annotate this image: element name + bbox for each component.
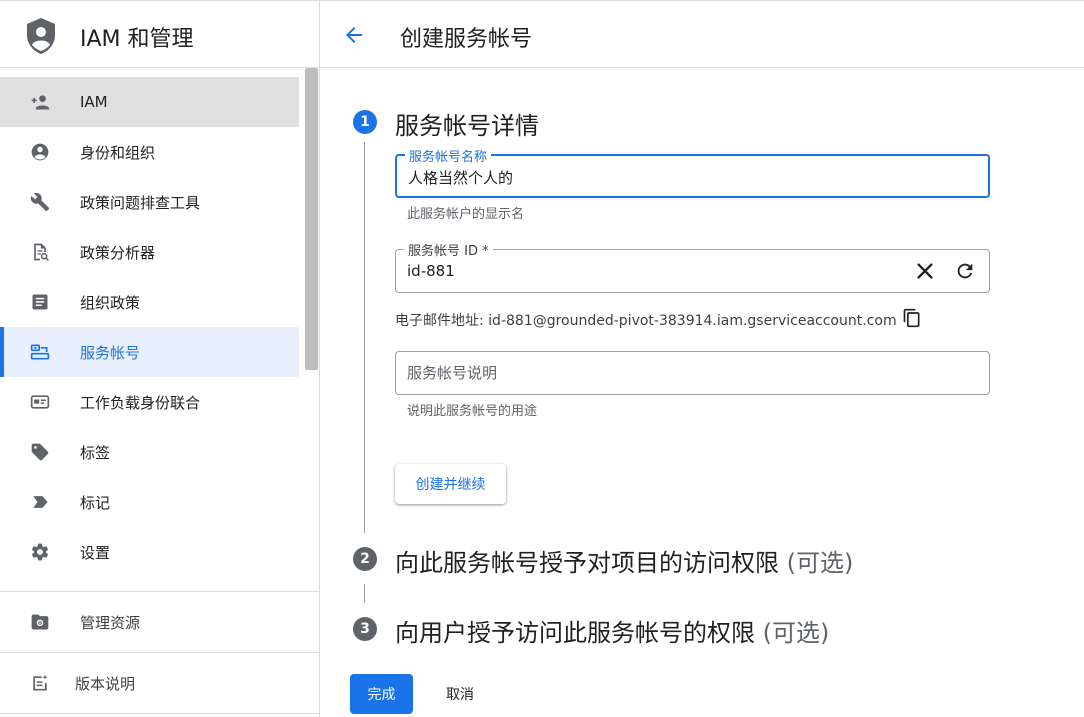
- sidebar-item-label: 组织政策: [80, 293, 141, 312]
- sidebar-item-labels[interactable]: 标记: [0, 477, 299, 527]
- step-3-title-text: 向用户授予访问此服务帐号的权限: [395, 619, 755, 647]
- cancel-button[interactable]: 取消: [430, 674, 490, 714]
- gear-icon: [31, 543, 49, 561]
- release-notes-icon: [33, 674, 48, 691]
- step-connector: [364, 142, 365, 533]
- sidebar-item-label: 政策问题排查工具: [80, 193, 201, 212]
- service-account-description-field[interactable]: [395, 351, 990, 395]
- manage-resources-label: 管理资源: [80, 614, 141, 632]
- step-3-title[interactable]: 向用户授予访问此服务帐号的权限 (可选): [395, 613, 829, 648]
- email-address-label: 电子邮件地址:: [395, 313, 484, 329]
- done-button[interactable]: 完成: [350, 674, 413, 714]
- create-and-continue-button[interactable]: 创建并继续: [395, 464, 506, 504]
- sidebar-item-tags[interactable]: 标签: [0, 427, 299, 477]
- step-2-number: 2: [353, 547, 377, 571]
- label-icon: [33, 496, 48, 508]
- service-account-icon: [30, 344, 50, 360]
- clear-icon[interactable]: [914, 260, 936, 282]
- sidebar-item-label: 政策分析器: [80, 243, 156, 262]
- service-account-description-input[interactable]: [407, 364, 887, 382]
- service-account-name-input[interactable]: [408, 168, 888, 186]
- service-account-description-hint: 说明此服务帐号的用途: [407, 404, 538, 419]
- step-2-title-text: 向此服务帐号授予对项目的访问权限: [395, 549, 779, 577]
- page-header: 创建服务帐号: [320, 0, 1084, 68]
- step-1-title[interactable]: 服务帐号详情: [395, 106, 539, 141]
- service-account-name-field[interactable]: 服务帐号名称: [395, 146, 990, 198]
- sidebar-item-policy-troubleshooter[interactable]: 政策问题排查工具: [0, 177, 299, 227]
- sidebar-item-manage-resources[interactable]: 管理资源: [0, 592, 319, 652]
- sidebar-item-identity-org[interactable]: 身份和组织: [0, 127, 299, 177]
- sidebar-item-release-notes[interactable]: 版本说明: [0, 653, 319, 713]
- service-account-id-field[interactable]: 服务帐号 ID *: [395, 240, 990, 293]
- folder-gear-icon: [31, 614, 49, 630]
- step-connector: [364, 584, 365, 603]
- id-card-icon: [30, 395, 50, 409]
- email-address-row: 电子邮件地址: id-881@grounded-pivot-383914.iam…: [395, 310, 897, 330]
- sidebar-item-workload-identity[interactable]: 工作负载身份联合: [0, 377, 299, 427]
- sidebar: IAM 和管理 IAM 身份和组织 政策问题排查工具 政策分析器 组织政策 服务…: [0, 0, 320, 717]
- page-title: 创建服务帐号: [400, 27, 533, 52]
- sidebar-item-service-accounts[interactable]: 服务帐号: [0, 327, 299, 377]
- sidebar-item-policy-analyzer[interactable]: 政策分析器: [0, 227, 299, 277]
- sidebar-item-label: 设置: [80, 543, 111, 562]
- account-circle-icon: [31, 143, 49, 161]
- refresh-icon[interactable]: [954, 260, 976, 282]
- back-arrow-icon[interactable]: [342, 23, 366, 47]
- sidebar-item-settings[interactable]: 设置: [0, 527, 299, 577]
- email-address-value: id-881@grounded-pivot-383914.iam.gservic…: [488, 313, 897, 329]
- shield-person-icon: [27, 18, 55, 54]
- sidebar-scrollbar[interactable]: [305, 68, 318, 370]
- service-account-id-input[interactable]: [407, 262, 887, 280]
- sidebar-item-iam[interactable]: IAM: [0, 77, 299, 127]
- step-2-title[interactable]: 向此服务帐号授予对项目的访问权限 (可选): [395, 543, 853, 578]
- step-2-optional: (可选): [786, 549, 854, 577]
- sidebar-item-label: 服务帐号: [80, 343, 141, 362]
- sidebar-item-label: IAM: [80, 93, 108, 111]
- tag-icon: [31, 443, 49, 461]
- sidebar-item-org-policies[interactable]: 组织政策: [0, 277, 299, 327]
- release-notes-label: 版本说明: [75, 675, 136, 693]
- sidebar-item-label: 工作负载身份联合: [80, 393, 201, 412]
- service-account-name-hint: 此服务帐户的显示名: [407, 207, 525, 222]
- service-account-id-label: 服务帐号 ID *: [404, 240, 493, 259]
- step-3-number: 3: [353, 617, 377, 641]
- person-add-icon: [31, 95, 50, 110]
- step-1-title-text: 服务帐号详情: [395, 112, 539, 140]
- copy-icon[interactable]: [902, 308, 922, 328]
- sidebar-item-label: 标记: [80, 493, 111, 512]
- document-search-icon: [34, 243, 49, 261]
- wrench-icon: [30, 192, 50, 212]
- sidebar-divider: [0, 713, 319, 714]
- step-3-optional: (可选): [762, 619, 830, 647]
- sidebar-header: IAM 和管理: [0, 0, 319, 68]
- step-1-number: 1: [353, 110, 377, 134]
- sidebar-item-label: 身份和组织: [80, 143, 156, 162]
- list-document-icon: [32, 294, 48, 310]
- service-account-name-label: 服务帐号名称: [405, 146, 492, 165]
- sidebar-item-label: 标签: [80, 443, 111, 462]
- app-title: IAM 和管理: [80, 27, 194, 52]
